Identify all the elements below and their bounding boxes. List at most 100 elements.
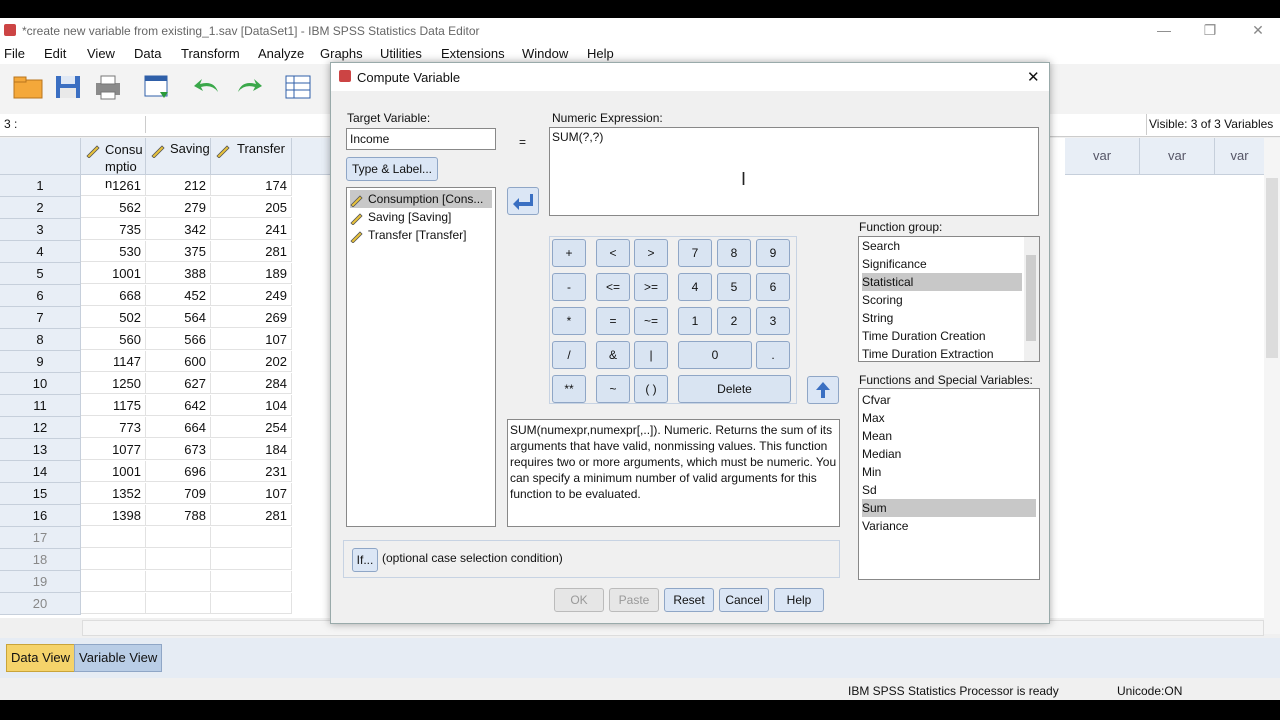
cell-consumption[interactable]: 1147 xyxy=(81,351,146,372)
numeric-expression-input[interactable]: SUM(?,?) xyxy=(549,127,1039,216)
type-label-button[interactable]: Type & Label... xyxy=(346,157,438,181)
cell-consumption[interactable]: 562 xyxy=(81,197,146,218)
key-6[interactable]: 6 xyxy=(756,273,790,301)
key-divide[interactable]: / xyxy=(552,341,586,369)
key-equals[interactable]: = xyxy=(596,307,630,335)
row-number[interactable]: 20 xyxy=(0,593,81,615)
key-decimal[interactable]: . xyxy=(756,341,790,369)
cell-saving[interactable] xyxy=(146,527,211,548)
menu-file[interactable]: File xyxy=(4,46,25,61)
cell-saving[interactable] xyxy=(146,549,211,570)
cell-consumption[interactable]: 502 xyxy=(81,307,146,328)
cell-saving[interactable]: 627 xyxy=(146,373,211,394)
key-greater-than[interactable]: > xyxy=(634,239,668,267)
cell-saving[interactable]: 664 xyxy=(146,417,211,438)
menu-window[interactable]: Window xyxy=(522,46,568,61)
scroll-thumb[interactable] xyxy=(1026,255,1036,341)
function-group-list[interactable]: Search Significance Statistical Scoring … xyxy=(858,236,1040,362)
row-number[interactable]: 7 xyxy=(0,307,81,329)
row-number[interactable]: 6 xyxy=(0,285,81,307)
menu-help[interactable]: Help xyxy=(587,46,614,61)
cancel-button[interactable]: Cancel xyxy=(719,588,769,612)
cell-saving[interactable]: 709 xyxy=(146,483,211,504)
cell-consumption[interactable]: 773 xyxy=(81,417,146,438)
go-to-case-icon[interactable] xyxy=(282,72,314,102)
key-9[interactable]: 9 xyxy=(756,239,790,267)
function-item[interactable]: Max xyxy=(862,409,885,427)
cell-consumption[interactable]: 735 xyxy=(81,219,146,240)
redo-icon[interactable] xyxy=(232,72,264,102)
menu-edit[interactable]: Edit xyxy=(44,46,66,61)
menu-extensions[interactable]: Extensions xyxy=(441,46,505,61)
cell-saving[interactable]: 788 xyxy=(146,505,211,526)
reset-button[interactable]: Reset xyxy=(664,588,714,612)
tab-data-view[interactable]: Data View xyxy=(6,644,76,672)
cell-consumption[interactable]: 1352 xyxy=(81,483,146,504)
row-number[interactable]: 19 xyxy=(0,571,81,593)
cell-consumption[interactable]: 1398 xyxy=(81,505,146,526)
function-group-item[interactable]: String xyxy=(862,309,893,327)
cell-saving[interactable]: 342 xyxy=(146,219,211,240)
key-3[interactable]: 3 xyxy=(756,307,790,335)
cell-saving[interactable]: 673 xyxy=(146,439,211,460)
dialog-recall-icon[interactable] xyxy=(142,72,174,102)
cell-transfer[interactable] xyxy=(211,549,292,570)
variable-list[interactable]: Consumption [Cons... Saving [Saving] Tra… xyxy=(346,187,496,527)
row-number[interactable]: 5 xyxy=(0,263,81,285)
target-variable-input[interactable]: Income xyxy=(346,128,496,150)
cell-transfer[interactable] xyxy=(211,593,292,614)
cell-transfer[interactable]: 241 xyxy=(211,219,292,240)
function-group-item[interactable]: Significance xyxy=(862,255,927,273)
undo-icon[interactable] xyxy=(192,72,224,102)
cell-saving[interactable]: 212 xyxy=(146,175,211,196)
cell-transfer[interactable]: 189 xyxy=(211,263,292,284)
row-number[interactable]: 13 xyxy=(0,439,81,461)
vertical-scrollbar[interactable] xyxy=(1264,138,1280,634)
row-number[interactable]: 14 xyxy=(0,461,81,483)
key-less-than[interactable]: < xyxy=(596,239,630,267)
menu-analyze[interactable]: Analyze xyxy=(258,46,304,61)
cell-saving[interactable]: 696 xyxy=(146,461,211,482)
cell-saving[interactable] xyxy=(146,571,211,592)
menu-graphs[interactable]: Graphs xyxy=(320,46,363,61)
function-group-scrollbar[interactable] xyxy=(1024,237,1039,361)
row-number[interactable]: 9 xyxy=(0,351,81,373)
column-header-var[interactable]: var xyxy=(1140,138,1215,175)
key-power[interactable]: ** xyxy=(552,375,586,403)
function-item-selected[interactable]: Sum xyxy=(862,499,1036,517)
menu-transform[interactable]: Transform xyxy=(181,46,240,61)
function-item[interactable]: Min xyxy=(862,463,881,481)
cell-consumption[interactable]: 668 xyxy=(81,285,146,306)
variable-item-transfer[interactable]: Transfer [Transfer] xyxy=(350,226,466,244)
row-number[interactable]: 16 xyxy=(0,505,81,527)
function-item[interactable]: Variance xyxy=(862,517,908,535)
row-number[interactable]: 18 xyxy=(0,549,81,571)
cell-consumption[interactable]: 1001 xyxy=(81,461,146,482)
cell-consumption[interactable] xyxy=(81,571,146,592)
save-icon[interactable] xyxy=(52,72,84,102)
cell-saving[interactable]: 600 xyxy=(146,351,211,372)
cell-consumption[interactable]: 1001 xyxy=(81,263,146,284)
key-plus[interactable]: + xyxy=(552,239,586,267)
tab-variable-view[interactable]: Variable View xyxy=(74,644,163,672)
function-group-item[interactable]: Time Duration Creation xyxy=(862,327,986,345)
row-number[interactable]: 3 xyxy=(0,219,81,241)
cell-saving[interactable]: 564 xyxy=(146,307,211,328)
cell-transfer[interactable]: 107 xyxy=(211,329,292,350)
key-5[interactable]: 5 xyxy=(717,273,751,301)
function-group-item[interactable]: Time Duration Extraction xyxy=(862,345,994,363)
close-window-icon[interactable]: ✕ xyxy=(1248,22,1268,39)
function-group-item-selected[interactable]: Statistical xyxy=(862,273,1022,291)
cell-saving[interactable]: 388 xyxy=(146,263,211,284)
help-button[interactable]: Help xyxy=(774,588,824,612)
insert-function-button[interactable] xyxy=(807,376,839,404)
row-number[interactable]: 17 xyxy=(0,527,81,549)
cell-saving[interactable]: 642 xyxy=(146,395,211,416)
move-variable-button[interactable] xyxy=(507,187,539,215)
cell-transfer[interactable]: 174 xyxy=(211,175,292,196)
key-parentheses[interactable]: ( ) xyxy=(634,375,668,403)
menu-view[interactable]: View xyxy=(87,46,115,61)
column-header-var[interactable] xyxy=(292,138,333,175)
scroll-thumb[interactable] xyxy=(1266,178,1278,358)
key-4[interactable]: 4 xyxy=(678,273,712,301)
